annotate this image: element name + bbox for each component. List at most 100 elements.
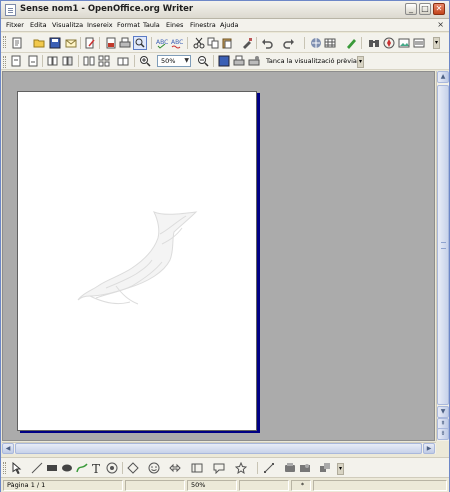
callouts-icon[interactable] [106, 462, 118, 474]
page-preview-toolbar: 50% ▼ Tanca la visualització prèvia ▾ [1, 53, 449, 70]
toolbar-separator [42, 55, 43, 67]
zoom-indicator[interactable]: 50% [187, 480, 237, 491]
toolbar-separator [99, 37, 100, 49]
menu-format[interactable]: Format [117, 21, 140, 29]
ellipse-tool-icon[interactable] [61, 462, 73, 474]
hyperlink-icon[interactable] [310, 37, 322, 49]
menu-finestra[interactable]: Finestra [190, 21, 216, 29]
toolbar-grip[interactable] [3, 56, 6, 68]
data-sources-icon[interactable] [413, 37, 425, 49]
from-file-icon[interactable] [299, 462, 311, 474]
extrusion-toggle-icon[interactable] [319, 462, 331, 474]
print-page-view-icon[interactable] [233, 55, 245, 67]
menu-eines[interactable]: Eines [166, 21, 183, 29]
zoom-in-icon[interactable] [139, 55, 151, 67]
clone-formatting-icon[interactable] [241, 37, 253, 49]
line-tool-icon[interactable] [31, 462, 43, 474]
status-bar: Pàgina 1 / 1 50% * [1, 479, 449, 492]
scroll-up-icon[interactable]: ▲ [437, 71, 449, 83]
toolbar-overflow-icon[interactable]: ▾ [337, 463, 344, 475]
chevron-down-icon[interactable]: ▼ [184, 56, 189, 66]
svg-text:T: T [92, 462, 100, 474]
title-bar[interactable]: Sense nom1 - OpenOffice.org Writer _ □ ✕ [1, 1, 449, 19]
menu-insereix[interactable]: Insereix [87, 21, 113, 29]
open-folder-icon[interactable] [33, 37, 45, 49]
copy-icon[interactable] [207, 37, 219, 49]
gallery-icon[interactable] [398, 37, 410, 49]
maximize-button[interactable]: □ [419, 3, 431, 15]
points-icon[interactable] [263, 462, 275, 474]
close-window-button[interactable]: ✕ [433, 3, 445, 15]
export-pdf-icon[interactable] [105, 37, 117, 49]
menu-taula[interactable]: Taula [143, 21, 160, 29]
zoom-combobox[interactable]: 50% ▼ [157, 55, 191, 67]
close-preview-button[interactable]: Tanca la visualització prèvia [266, 55, 357, 67]
book-preview-icon[interactable] [117, 55, 129, 67]
to-document-begin-icon[interactable] [47, 55, 59, 67]
document-workspace[interactable] [2, 71, 435, 441]
paste-icon[interactable] [221, 37, 233, 49]
preview-page[interactable] [17, 91, 257, 431]
previous-page-icon[interactable] [11, 55, 23, 67]
menu-fitxer[interactable]: Fitxer [6, 21, 24, 29]
rectangle-tool-icon[interactable] [46, 462, 58, 474]
email-icon[interactable] [65, 37, 77, 49]
toolbar-separator [151, 37, 152, 49]
select-pointer-icon[interactable] [11, 462, 23, 474]
toolbar-separator [80, 37, 81, 49]
scroll-right-icon[interactable]: ▶ [423, 443, 435, 454]
page-indicator[interactable]: Pàgina 1 / 1 [3, 480, 123, 491]
full-screen-icon[interactable] [218, 55, 230, 67]
menu-edita[interactable]: Edita [30, 21, 47, 29]
vertical-scrollbar[interactable]: ▲ ▼ ⇞ ⇟ [436, 71, 449, 441]
edit-file-icon[interactable] [84, 37, 96, 49]
two-pages-icon[interactable] [83, 55, 95, 67]
menu-visualitza[interactable]: Visualitza [52, 21, 83, 29]
symbol-shapes-icon[interactable] [148, 462, 160, 474]
toolbar-overflow-icon[interactable]: ▾ [357, 56, 364, 68]
show-draw-functions-icon[interactable] [345, 37, 357, 49]
next-page-icon[interactable] [26, 55, 38, 67]
fontwork-gallery-icon[interactable] [284, 462, 296, 474]
to-document-end-icon[interactable] [62, 55, 74, 67]
flowcharts-icon[interactable] [191, 462, 203, 474]
menu-ajuda[interactable]: Ajuda [220, 21, 238, 29]
autospellcheck-icon[interactable]: ABC [171, 37, 183, 49]
find-replace-icon[interactable] [368, 37, 380, 49]
toolbar-grip[interactable] [3, 36, 6, 48]
scroll-down-icon[interactable]: ▼ [437, 406, 449, 418]
navigator-icon[interactable] [383, 37, 395, 49]
multiple-pages-icon[interactable] [98, 55, 110, 67]
freeform-line-icon[interactable] [76, 462, 88, 474]
scroll-left-icon[interactable]: ◀ [2, 443, 14, 454]
print-options-icon[interactable] [248, 55, 260, 67]
insert-mode-indicator[interactable] [239, 480, 289, 491]
stars-icon[interactable] [235, 462, 247, 474]
zoom-out-icon[interactable] [197, 55, 209, 67]
cut-icon[interactable] [193, 37, 205, 49]
toolbar-separator [122, 462, 123, 474]
vertical-scroll-thumb[interactable] [437, 85, 449, 405]
zoom-value: 50% [161, 57, 176, 65]
next-page-arrow-icon[interactable]: ⇟ [437, 428, 449, 440]
table-icon[interactable] [324, 37, 336, 49]
svg-text:ABC: ABC [156, 39, 168, 46]
text-tool-icon[interactable]: T [91, 462, 103, 474]
close-document-icon[interactable]: × [437, 20, 444, 29]
save-icon[interactable] [49, 37, 61, 49]
toolbar-grip[interactable] [3, 462, 6, 474]
callouts-shapes-icon[interactable] [213, 462, 225, 474]
page-preview-icon[interactable] [133, 36, 147, 50]
print-icon[interactable] [119, 37, 131, 49]
horizontal-scrollbar[interactable]: ◀ ▶ [2, 442, 436, 454]
toolbar-overflow-icon[interactable]: ▾ [433, 37, 440, 49]
redo-icon[interactable] [283, 37, 295, 49]
horizontal-scroll-thumb[interactable] [15, 443, 422, 454]
basic-shapes-icon[interactable] [127, 462, 139, 474]
minimize-button[interactable]: _ [405, 3, 417, 15]
undo-icon[interactable] [261, 37, 273, 49]
new-document-icon[interactable] [11, 37, 23, 49]
block-arrows-icon[interactable] [169, 462, 181, 474]
spellcheck-icon[interactable]: ABC [156, 37, 168, 49]
status-cell-empty [125, 480, 185, 491]
